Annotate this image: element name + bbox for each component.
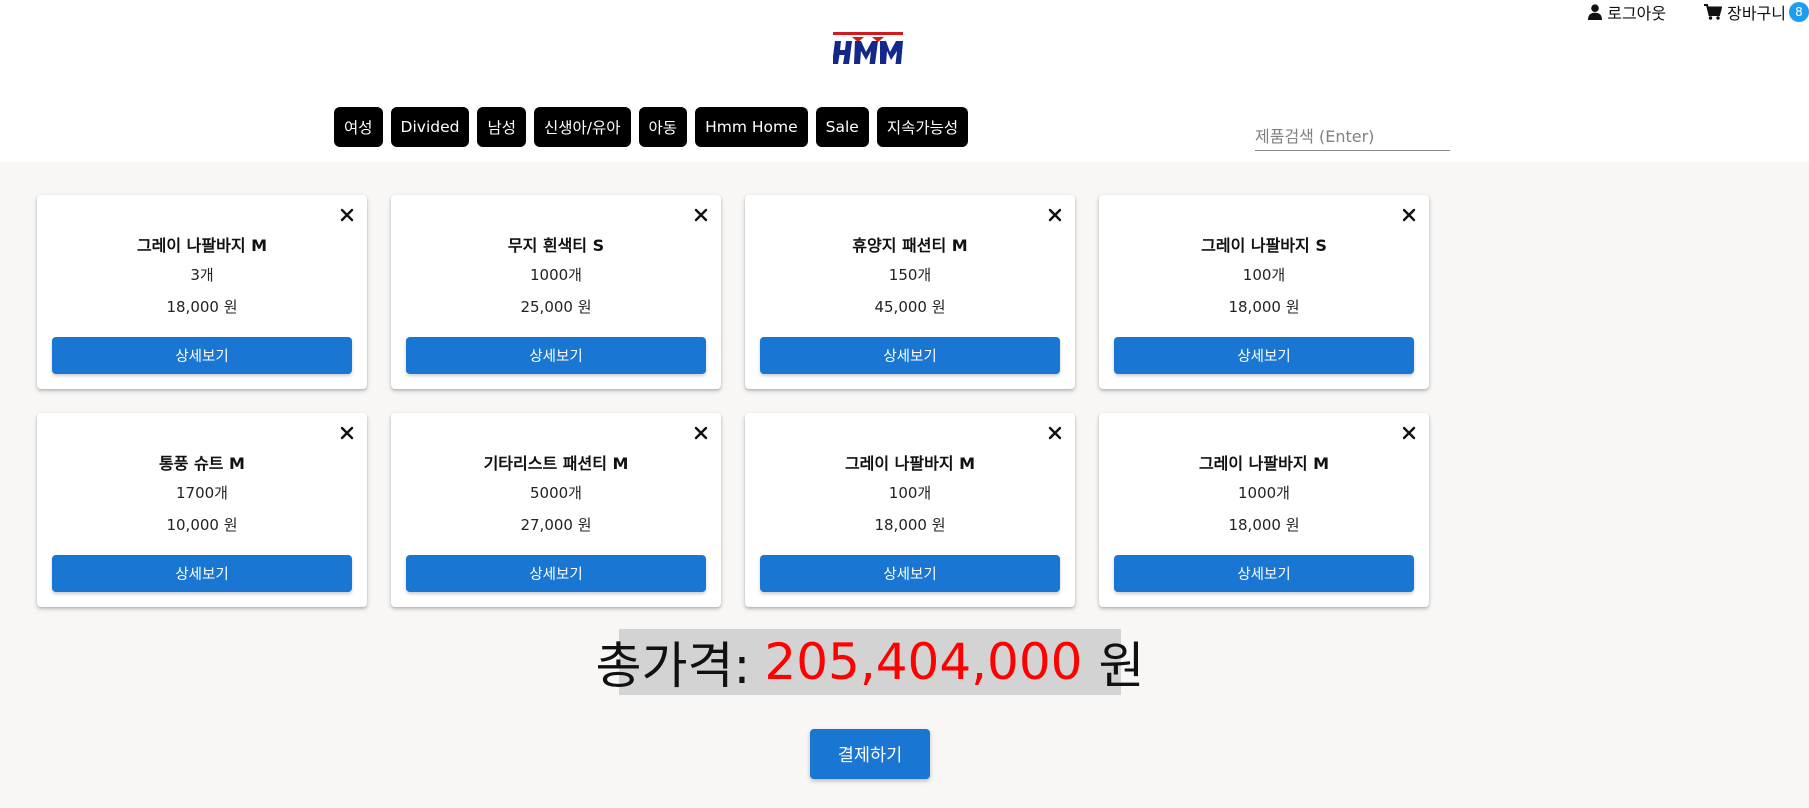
close-icon[interactable]	[693, 425, 709, 441]
cart-item-card: 기타리스트 패션티 M 5000개 27,000 원상세보기	[391, 413, 721, 607]
total-label: 총가격:	[595, 637, 751, 695]
item-quantity: 5000개	[530, 484, 582, 502]
total-price: 총가격: 205,404,000 원	[596, 629, 1144, 695]
detail-button[interactable]: 상세보기	[760, 337, 1060, 374]
close-icon[interactable]	[339, 207, 355, 223]
item-quantity: 1000개	[530, 266, 582, 284]
logout-label: 로그아웃	[1607, 4, 1667, 23]
cart-item-card: 통풍 슈트 M 1700개 10,000 원상세보기	[37, 413, 367, 607]
close-icon[interactable]	[1047, 425, 1063, 441]
nav-item[interactable]: 남성	[477, 107, 526, 147]
item-price: 25,000 원	[520, 298, 592, 316]
item-price: 45,000 원	[874, 298, 946, 316]
close-icon[interactable]	[1401, 425, 1417, 441]
item-name: 그레이 나팔바지 M	[844, 454, 976, 473]
item-name: 그레이 나팔바지 M	[1198, 454, 1330, 473]
item-quantity: 100개	[1242, 266, 1286, 284]
cart-item-card: 휴양지 패션티 M 150개 45,000 원상세보기	[745, 195, 1075, 389]
close-icon[interactable]	[1401, 207, 1417, 223]
total-unit: 원	[1098, 637, 1145, 695]
cart-items-grid: 그레이 나팔바지 M 3개 18,000 원 상세보기 무지 흰색티 S 1000개 25,…	[37, 195, 1429, 607]
item-price: 10,000 원	[166, 516, 238, 534]
checkout-button[interactable]: 결제하기	[810, 729, 930, 779]
detail-button[interactable]: 상세보기	[52, 555, 352, 592]
cart-link[interactable]: 장바구니 8	[1704, 0, 1809, 24]
total-amount: 205,404,000	[764, 633, 1083, 691]
nav-item[interactable]: 신생아/유아	[534, 107, 631, 147]
search-input[interactable]	[1255, 122, 1450, 150]
detail-button[interactable]: 상세보기	[760, 555, 1060, 592]
cart-item-card: 그레이 나팔바지 M 3개 18,000 원상세보기	[37, 195, 367, 389]
cart-item-card: 그레이 나팔바지 S 100개 18,000 원상세보기	[1099, 195, 1429, 389]
detail-button[interactable]: 상세보기	[52, 337, 352, 374]
nav-item[interactable]: Sale	[815, 107, 869, 147]
category-nav: 여성 Divided 남성 신생아/유아 아동 Hmm Home Sale 지속가능성	[334, 107, 969, 147]
item-quantity: 100개	[888, 484, 932, 502]
item-name: 기타리스트 패션티 M	[483, 454, 629, 473]
item-quantity: 150개	[888, 266, 932, 284]
search-box	[1255, 122, 1450, 151]
nav-item[interactable]: Divided	[390, 107, 470, 147]
item-price: 27,000 원	[520, 516, 592, 534]
detail-button[interactable]: 상세보기	[406, 555, 706, 592]
header: 로그아웃 장바구니 8 여성 Divided 남성 신생아/유아 아동 Hmm Home S…	[0, 0, 1809, 162]
cart-item-card: 무지 흰색티 S 1000개 25,000 원상세보기	[391, 195, 721, 389]
nav-item[interactable]: 여성	[334, 107, 383, 147]
item-quantity: 3개	[190, 266, 214, 284]
cart-count-badge: 8	[1789, 2, 1809, 22]
item-name: 통풍 슈트 M	[159, 454, 245, 473]
item-quantity: 1000개	[1238, 484, 1290, 502]
item-name: 그레이 나팔바지 S	[1201, 236, 1327, 255]
cart-item-card: 그레이 나팔바지 M 1000개 18,000 원상세보기	[1099, 413, 1429, 607]
item-price: 18,000 원	[1228, 516, 1300, 534]
item-name: 휴양지 패션티 M	[852, 236, 968, 255]
item-name: 무지 흰색티 S	[507, 236, 605, 255]
close-icon[interactable]	[1047, 207, 1063, 223]
close-icon[interactable]	[339, 425, 355, 441]
close-icon[interactable]	[693, 207, 709, 223]
cart-item-card: 그레이 나팔바지 M 100개 18,000 원상세보기	[745, 413, 1075, 607]
item-price: 18,000 원	[166, 298, 238, 316]
item-name: 그레이 나팔바지 M	[136, 236, 268, 255]
cart-icon	[1704, 4, 1723, 20]
item-price: 18,000 원	[874, 516, 946, 534]
detail-button[interactable]: 상세보기	[1114, 555, 1414, 592]
top-right-links: 로그아웃 장바구니 8	[1588, 0, 1809, 24]
cart-label: 장바구니	[1727, 4, 1786, 23]
item-quantity: 1700개	[176, 484, 228, 502]
nav-item[interactable]: 아동	[638, 107, 688, 147]
item-price: 18,000 원	[1228, 298, 1300, 316]
detail-button[interactable]: 상세보기	[1114, 337, 1414, 374]
detail-button[interactable]: 상세보기	[406, 337, 706, 374]
nav-item[interactable]: 지속가능성	[876, 107, 969, 147]
logout-link[interactable]: 로그아웃	[1588, 0, 1666, 24]
nav-item[interactable]: Hmm Home	[695, 107, 808, 147]
user-icon	[1588, 4, 1603, 20]
hmm-logo[interactable]	[833, 32, 903, 66]
